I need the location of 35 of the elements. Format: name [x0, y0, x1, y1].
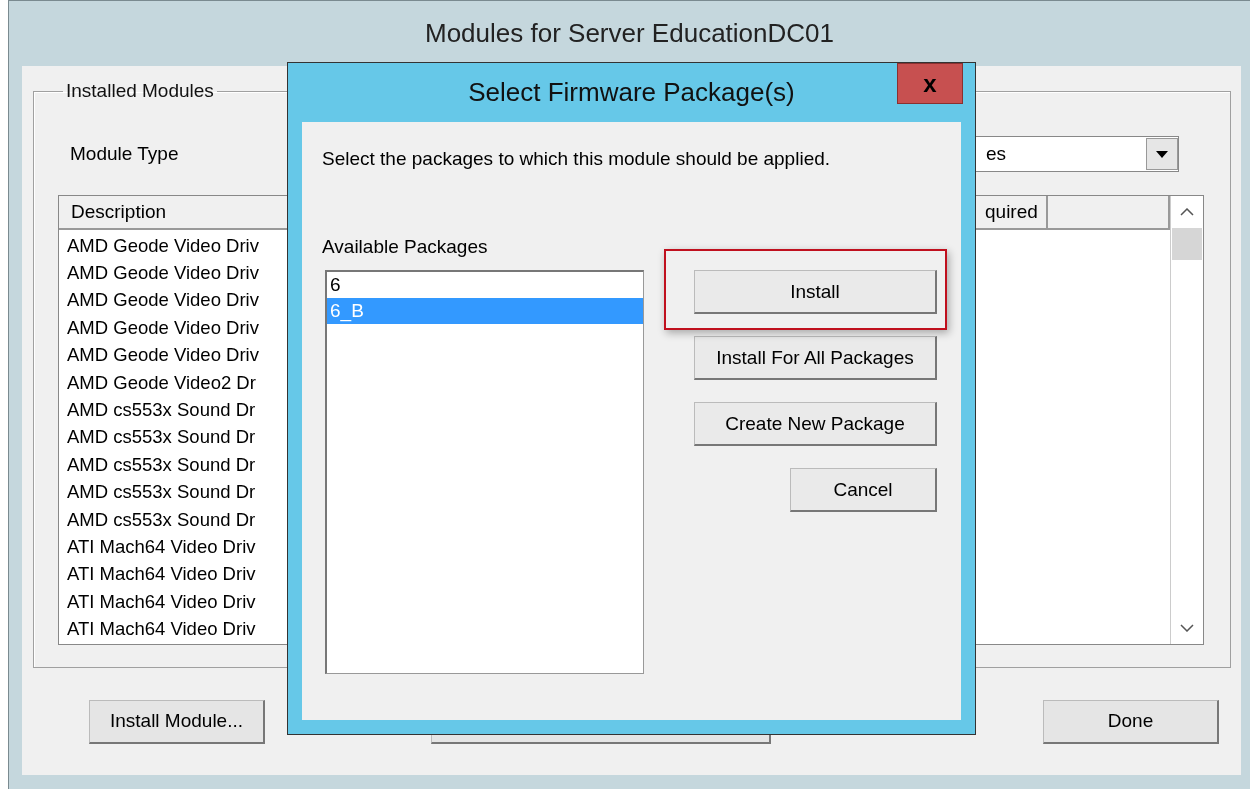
dialog-button[interactable]: Install For All Packages [694, 336, 937, 380]
caret-down-icon [1156, 150, 1168, 158]
scrollbar[interactable] [1170, 196, 1203, 644]
close-button[interactable]: x [897, 63, 963, 104]
list-item[interactable]: AMD Geode Video2 Dr [67, 368, 256, 397]
window-title: Modules for Server EducationDC01 [425, 18, 834, 49]
list-item[interactable]: ATI Mach64 Video Driv [67, 533, 256, 561]
column-header[interactable]: quired [973, 196, 1048, 230]
dialog-title: Select Firmware Package(s) [468, 77, 795, 108]
group-box-title: Installed Modules [65, 80, 215, 102]
list-item[interactable]: AMD Geode Video Driv [67, 341, 259, 369]
list-item[interactable]: AMD cs553x Sound Dr [67, 451, 256, 479]
list-label: Available Packages [322, 236, 489, 258]
list-item[interactable]: AMD cs553x Sound Dr [67, 423, 256, 452]
chevron-down-icon[interactable] [1180, 624, 1194, 632]
dialog-button[interactable]: Create New Package [694, 402, 937, 446]
dialog-button[interactable]: Cancel [790, 468, 937, 512]
dropdown-button[interactable] [1146, 138, 1178, 170]
dialog-button[interactable]: Install [694, 270, 937, 314]
list-item[interactable]: AMD Geode Video Driv [67, 314, 259, 342]
list-item[interactable]: AMD cs553x Sound Dr [67, 478, 256, 506]
list-item[interactable]: AMD cs553x Sound Dr [67, 505, 256, 534]
list-item[interactable]: AMD Geode Video Driv [67, 232, 259, 260]
list-item[interactable]: ATI Mach64 Video Driv [67, 560, 256, 589]
list-item[interactable]: ATI Mach64 Video Driv [67, 588, 256, 616]
chevron-up-icon[interactable] [1180, 208, 1194, 216]
field-label: Module Type [70, 143, 180, 165]
scrollbar-thumb[interactable] [1172, 228, 1202, 260]
list-item[interactable]: AMD Geode Video Driv [67, 286, 259, 315]
instruction-text: Select the packages to which this module should be applied. [322, 148, 832, 170]
dialog-button[interactable]: Done [1043, 699, 1219, 744]
list-item[interactable]: AMD Geode Video Driv [67, 259, 259, 287]
list-item[interactable]: AMD cs553x Sound Dr [67, 396, 256, 424]
dialog-button[interactable]: Install Module... [89, 699, 265, 744]
list-item[interactable]: ATI Mach64 Video Driv [67, 615, 256, 643]
